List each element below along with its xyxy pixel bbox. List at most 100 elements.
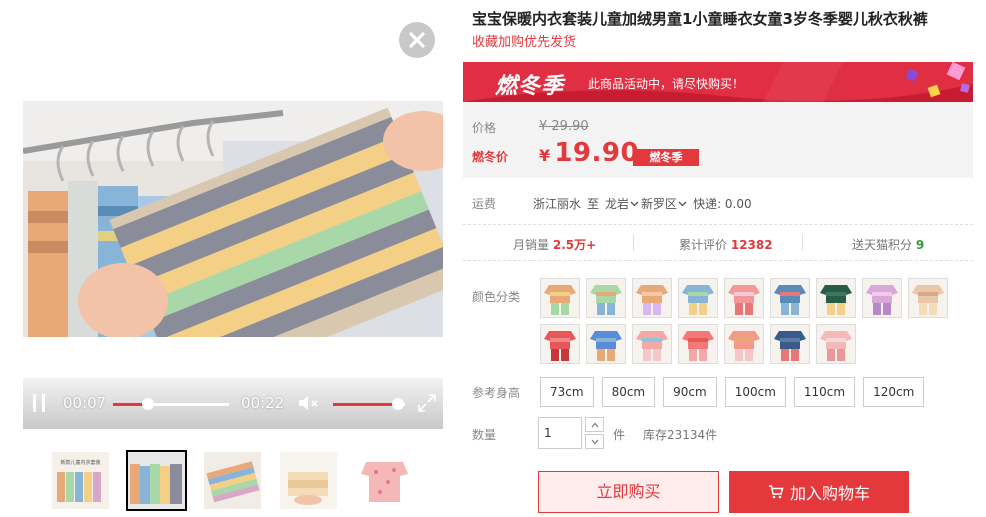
color-swatch[interactable] (770, 324, 810, 364)
pause-icon[interactable] (33, 394, 47, 412)
close-button[interactable] (399, 22, 435, 58)
chevron-down-icon (678, 201, 687, 207)
cart-icon (768, 485, 784, 499)
height-label: 参考身高 (472, 386, 521, 400)
video-frame-image (23, 101, 443, 337)
thumbnail-3[interactable] (202, 450, 263, 511)
color-swatch[interactable] (632, 278, 672, 318)
sale-price-label: 燃冬价 (472, 150, 509, 164)
tmall-points-value: 9 (915, 238, 925, 252)
add-to-cart-button[interactable]: 加入购物车 (729, 471, 909, 513)
quantity-label: 数量 (472, 428, 497, 442)
mute-icon[interactable] (298, 394, 320, 412)
sale-tag: 燃冬季 (633, 149, 699, 166)
review-count[interactable]: 累计评价 12382 (679, 236, 773, 253)
thumbnail-image (128, 452, 185, 509)
shipping-label: 运费 (472, 197, 497, 211)
thumbnail-caption: 新款儿童内衣套装 (60, 459, 100, 466)
close-icon (409, 32, 425, 48)
color-swatch[interactable] (540, 324, 580, 364)
product-subtitle: 收藏加购优先发货 (472, 35, 577, 50)
thumbnail-2[interactable] (126, 450, 187, 511)
color-swatch[interactable] (586, 324, 626, 364)
swatch-image (679, 325, 717, 363)
thumbnail-image (204, 452, 261, 509)
color-swatch[interactable] (862, 278, 902, 318)
buy-now-button[interactable]: 立即购买 (538, 471, 719, 513)
ship-city: 龙岩 (605, 197, 630, 211)
currency-symbol: ¥ (539, 146, 551, 165)
express-fee: 快递: 0.00 (693, 197, 752, 211)
tmall-points-label: 送天猫积分 (852, 238, 913, 252)
video-controls: 00:07 00:22 (23, 378, 443, 429)
thumbnail-image (356, 452, 413, 509)
monthly-sales: 月销量 2.5万+ (513, 236, 596, 253)
size-option[interactable]: 80cm (601, 377, 656, 407)
color-swatch[interactable] (632, 324, 672, 364)
color-swatch[interactable] (586, 278, 626, 318)
size-option[interactable]: 90cm (663, 377, 717, 407)
volume-knob[interactable] (391, 398, 404, 410)
fullscreen-icon[interactable] (417, 393, 437, 413)
color-swatch[interactable] (908, 278, 948, 318)
progress-knob[interactable] (141, 398, 154, 410)
tmall-points: 送天猫积分 9 (852, 236, 924, 253)
ship-to-word: 至 (587, 197, 600, 211)
quantity-unit: 件 (613, 428, 626, 442)
swatch-image (633, 279, 671, 317)
color-swatch[interactable] (724, 278, 764, 318)
quantity-input[interactable] (538, 417, 582, 449)
color-swatch[interactable] (540, 278, 580, 318)
swatch-image (817, 325, 855, 363)
size-option[interactable]: 120cm (863, 377, 925, 407)
color-swatch[interactable] (678, 324, 718, 364)
add-to-cart-label: 加入购物车 (789, 484, 870, 503)
ship-from: 浙江丽水 (533, 197, 582, 211)
price-box: 价格 ¥ 29.90 燃冬价 ¥ 19.90 燃冬季 (463, 102, 973, 178)
color-swatch[interactable] (816, 278, 856, 318)
thumbnail-5[interactable] (354, 450, 415, 511)
color-swatches (540, 278, 960, 364)
quantity-increase-button[interactable] (585, 417, 604, 432)
progress-bar[interactable] (113, 403, 229, 406)
quantity-decrease-button[interactable] (585, 434, 604, 449)
ship-district: 新罗区 (641, 197, 678, 211)
swatch-image (633, 325, 671, 363)
stock-count: 库存23134件 (643, 428, 718, 442)
review-count-value: 12382 (730, 238, 773, 252)
divider (802, 235, 803, 251)
divider (633, 235, 634, 251)
size-option[interactable]: 73cm (540, 377, 594, 407)
swatch-image (541, 279, 579, 317)
swatch-image (725, 325, 763, 363)
swatch-image (587, 279, 625, 317)
color-swatch[interactable] (816, 324, 856, 364)
video-player[interactable] (23, 101, 443, 337)
swatch-image (817, 279, 855, 317)
size-option[interactable]: 110cm (793, 377, 856, 407)
sale-price-value: 19.90 (554, 138, 640, 168)
color-swatch[interactable] (724, 324, 764, 364)
ship-city-select[interactable]: 龙岩 (605, 195, 639, 212)
thumbnail-strip: 新款儿童内衣套装 (50, 450, 415, 511)
chevron-up-icon (591, 422, 598, 427)
color-label: 颜色分类 (472, 290, 521, 304)
ship-district-select[interactable]: 新罗区 (641, 195, 687, 212)
swatch-image (771, 325, 809, 363)
shipping-info: 浙江丽水 至 龙岩 新罗区 快递: 0.00 (533, 195, 752, 212)
thumbnail-1[interactable]: 新款儿童内衣套装 (50, 450, 111, 511)
color-swatch[interactable] (678, 278, 718, 318)
monthly-sales-value: 2.5万+ (552, 238, 597, 252)
duration: 00:22 (241, 394, 285, 412)
swatch-image (725, 279, 763, 317)
size-option[interactable]: 100cm (724, 377, 786, 407)
original-price: ¥ 29.90 (539, 119, 589, 134)
color-swatch[interactable] (770, 278, 810, 318)
divider (463, 260, 973, 261)
thumbnail-4[interactable] (278, 450, 339, 511)
thumbnail-image (280, 452, 337, 509)
original-price-label: 价格 (472, 121, 497, 135)
swatch-image (541, 325, 579, 363)
swatch-image (863, 279, 901, 317)
volume-fill (333, 403, 398, 406)
